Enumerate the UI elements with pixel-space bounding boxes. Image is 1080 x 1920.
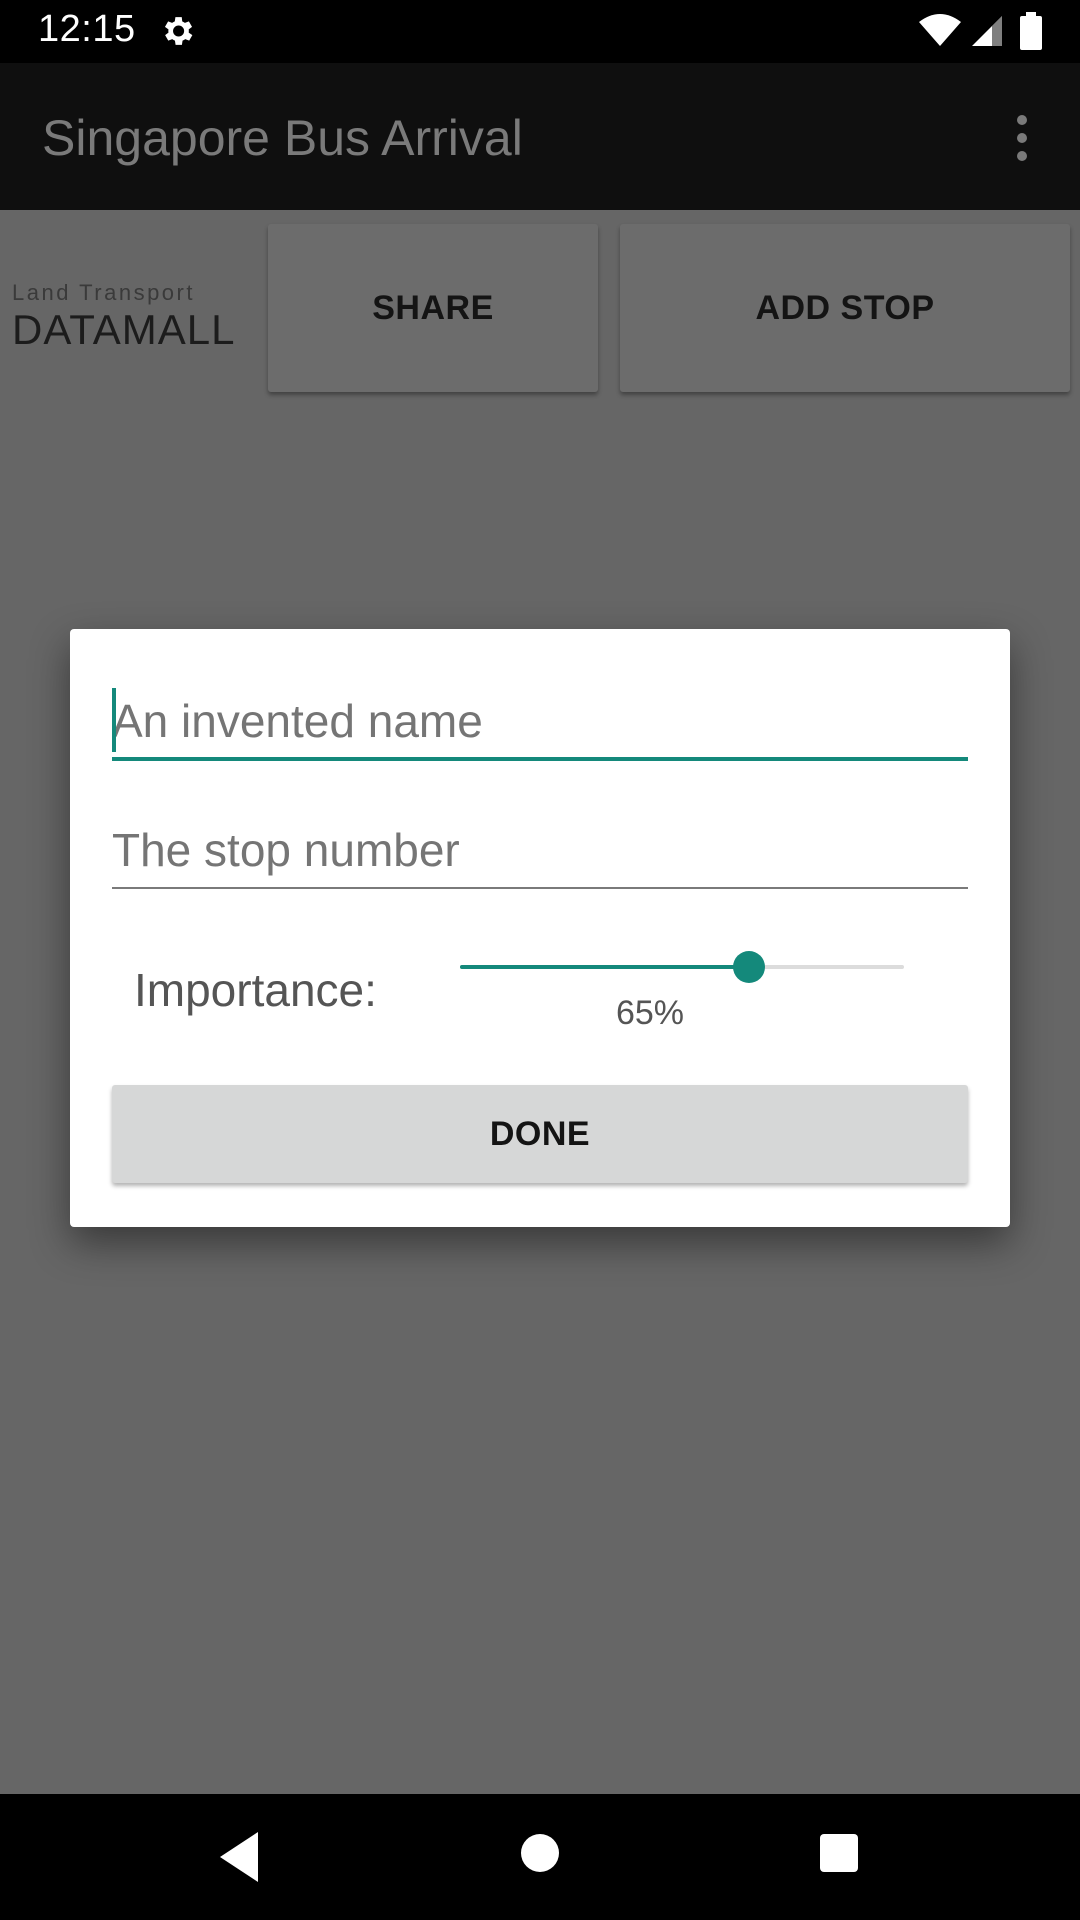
navigation-bar — [0, 1794, 1080, 1920]
recents-icon[interactable] — [818, 1832, 860, 1874]
screen: 12:15 Singapore Bus Arrival Land Transpo… — [0, 0, 1080, 1920]
home-icon[interactable] — [519, 1832, 561, 1874]
overflow-menu-icon[interactable] — [1000, 113, 1044, 163]
add-stop-button[interactable]: ADD STOP — [620, 224, 1070, 392]
signal-icon — [972, 16, 1002, 46]
datamall-logo: Land Transport DATAMALL — [12, 280, 242, 353]
stop-number-input[interactable] — [112, 813, 968, 889]
app-title: Singapore Bus Arrival — [42, 110, 523, 166]
importance-label: Importance: — [134, 964, 377, 1016]
done-button[interactable]: DONE — [112, 1085, 968, 1183]
wifi-icon — [919, 14, 961, 46]
share-button[interactable]: SHARE — [268, 224, 598, 392]
gear-icon — [164, 17, 193, 45]
importance-value: 65% — [615, 994, 685, 1032]
battery-icon — [1020, 12, 1042, 50]
text-cursor — [112, 688, 116, 752]
name-input[interactable] — [112, 685, 968, 761]
back-icon[interactable] — [216, 1830, 262, 1884]
status-time: 12:15 — [38, 8, 136, 50]
add-stop-dialog: Importance: 65% DONE — [70, 629, 1010, 1227]
app-bar: Singapore Bus Arrival — [0, 63, 1080, 210]
status-bar: 12:15 — [0, 0, 1080, 63]
logo-line1: Land Transport — [12, 280, 195, 305]
slider-fill — [460, 965, 749, 969]
importance-slider[interactable] — [460, 948, 904, 986]
logo-line2: DATAMALL — [12, 306, 236, 353]
slider-thumb[interactable] — [732, 951, 765, 983]
